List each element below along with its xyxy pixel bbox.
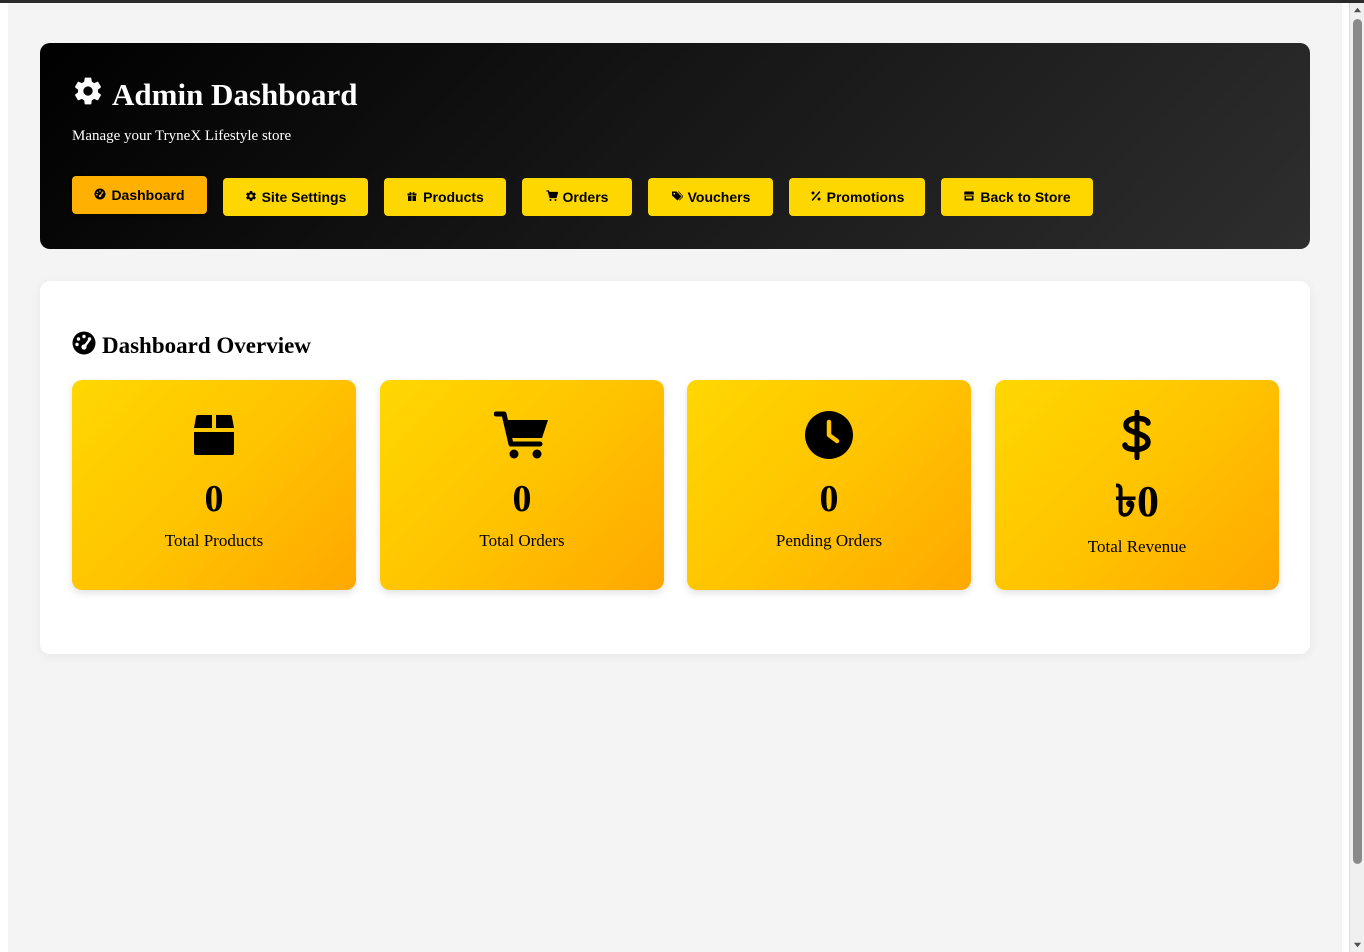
nav-promotions-label: Promotions — [826, 189, 905, 205]
percent-icon — [810, 189, 822, 205]
cart-icon — [380, 410, 664, 460]
stat-label: Pending Orders — [775, 531, 883, 550]
overview-title-text: Dashboard Overview — [102, 333, 311, 358]
scroll-up-icon[interactable] — [1353, 6, 1362, 15]
gear-icon — [72, 75, 104, 115]
stat-card-pending-orders: 0 Pending Orders — [687, 380, 971, 590]
overview-title: Dashboard Overview — [72, 331, 311, 361]
nav-site-settings-label: Site Settings — [261, 189, 347, 205]
stat-value: 0 — [819, 478, 839, 520]
gift-icon — [406, 189, 418, 205]
nav-orders-label: Orders — [562, 189, 609, 205]
nav-orders-button[interactable]: Orders — [522, 178, 632, 216]
nav-products-button[interactable]: Products — [384, 178, 506, 216]
gauge-icon — [72, 331, 96, 361]
overview-panel: Dashboard Overview 0 Total Products 0 To… — [40, 281, 1310, 654]
stat-card-total-orders: 0 Total Orders — [380, 380, 664, 590]
page-title-text: Admin Dashboard — [112, 77, 358, 112]
page-title: Admin Dashboard — [72, 75, 358, 115]
scrollbar-thumb[interactable] — [1353, 19, 1362, 864]
scroll-down-icon[interactable] — [1353, 940, 1362, 949]
window-left-border — [0, 3, 8, 952]
admin-header: Admin Dashboard Manage your TryneX Lifes… — [40, 43, 1310, 249]
tags-icon — [671, 189, 684, 205]
dollar-icon — [995, 410, 1279, 460]
stat-label: Total Products — [164, 531, 264, 550]
nav-back-to-store-button[interactable]: Back to Store — [941, 178, 1093, 216]
store-icon — [963, 189, 975, 205]
gear-icon — [245, 189, 257, 205]
vertical-scrollbar[interactable] — [1349, 3, 1364, 952]
nav-dashboard-button[interactable]: Dashboard — [72, 176, 207, 214]
stat-card-total-revenue: ৳0 Total Revenue — [995, 380, 1279, 590]
nav-vouchers-label: Vouchers — [687, 189, 751, 205]
clock-icon — [687, 410, 971, 460]
nav-dashboard-label: Dashboard — [111, 187, 185, 203]
stat-value: 0 — [512, 478, 532, 520]
stat-card-total-products: 0 Total Products — [72, 380, 356, 590]
box-icon — [72, 410, 356, 460]
page-subtitle: Manage your TryneX Lifestyle store — [72, 128, 292, 144]
nav-vouchers-button[interactable]: Vouchers — [648, 178, 773, 216]
stat-label: Total Orders — [479, 531, 565, 550]
stat-value: ৳0 — [1115, 477, 1159, 526]
gauge-icon — [94, 187, 106, 203]
nav-back-to-store-label: Back to Store — [980, 189, 1071, 205]
nav-site-settings-button[interactable]: Site Settings — [223, 178, 368, 216]
nav-products-label: Products — [423, 189, 484, 205]
stat-value: 0 — [204, 478, 224, 520]
cart-icon — [546, 189, 558, 205]
page: Admin Dashboard Manage your TryneX Lifes… — [8, 3, 1342, 952]
stat-label: Total Revenue — [1087, 537, 1187, 556]
nav-promotions-button[interactable]: Promotions — [789, 178, 925, 216]
